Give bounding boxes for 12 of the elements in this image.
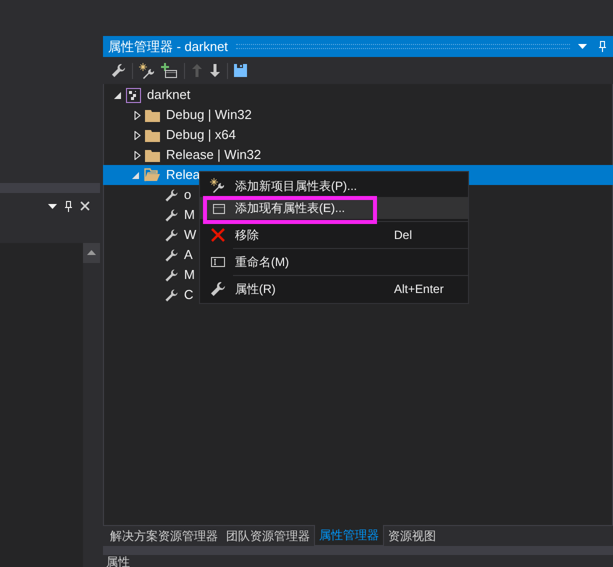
tree-label: Debug | Win32	[166, 106, 252, 124]
panel-title: 属性管理器 - darknet	[108, 38, 228, 56]
tree-label: o	[184, 186, 192, 204]
tree-label: darknet	[147, 86, 190, 104]
tree-label: A	[184, 246, 193, 264]
tree-label: Relea	[166, 166, 200, 184]
tree-label: M	[184, 206, 195, 224]
tree-label: Release | Win32	[166, 146, 262, 164]
tree-label: Debug | x64	[166, 126, 236, 144]
tree-label: C	[184, 286, 194, 304]
tree-label: W	[184, 226, 196, 244]
tree-label: M	[184, 266, 195, 284]
